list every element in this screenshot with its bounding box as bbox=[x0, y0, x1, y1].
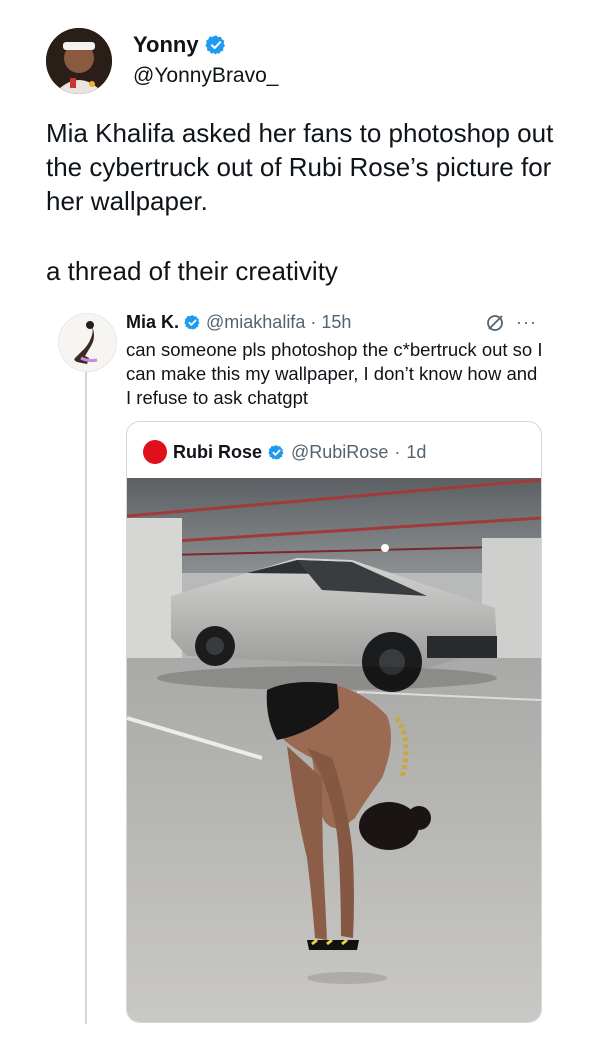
inner-quote-handle[interactable]: @RubiRose bbox=[291, 442, 388, 463]
quoted-timestamp[interactable]: 15h bbox=[321, 312, 351, 333]
inner-quote-header: Rubi Rose @RubiRose · 1d bbox=[143, 440, 426, 464]
verified-badge-icon bbox=[204, 35, 225, 55]
quoted-name[interactable]: Mia K. bbox=[126, 312, 179, 333]
inner-quote-name[interactable]: Rubi Rose bbox=[173, 442, 262, 463]
quoted-handle[interactable]: @miakhalifa bbox=[206, 312, 305, 333]
author-name[interactable]: Yonny bbox=[133, 32, 199, 58]
inner-quote-avatar[interactable] bbox=[143, 440, 167, 464]
quoted-avatar-image bbox=[59, 314, 116, 371]
author-handle[interactable]: @YonnyBravo_ bbox=[133, 64, 278, 88]
verified-badge-icon bbox=[268, 444, 284, 460]
thread-line bbox=[85, 372, 87, 1024]
verified-badge-icon bbox=[184, 315, 200, 330]
quoted-separator: · bbox=[310, 312, 317, 332]
inner-quote-card[interactable]: Rubi Rose @RubiRose · 1d bbox=[126, 421, 542, 1023]
author-avatar-image bbox=[46, 28, 112, 94]
quoted-header: Mia K. @miakhalifa · 15h bbox=[126, 312, 351, 333]
author-avatar[interactable] bbox=[46, 28, 112, 94]
tweet-text: Mia Khalifa asked her fans to photoshop … bbox=[46, 118, 554, 216]
post-photo[interactable] bbox=[127, 478, 541, 1022]
quoted-text: can someone pls photoshop the c*bertruck… bbox=[126, 339, 543, 408]
more-options-icon[interactable]: ··· bbox=[516, 312, 537, 333]
quoted-avatar[interactable] bbox=[58, 313, 117, 372]
inner-quote-timestamp[interactable]: 1d bbox=[406, 442, 426, 463]
inner-quote-separator: · bbox=[394, 441, 401, 462]
tweet-text-thread: a thread of their creativity bbox=[46, 256, 338, 286]
author-name-row: Yonny bbox=[133, 32, 227, 58]
grok-icon[interactable] bbox=[485, 313, 505, 333]
